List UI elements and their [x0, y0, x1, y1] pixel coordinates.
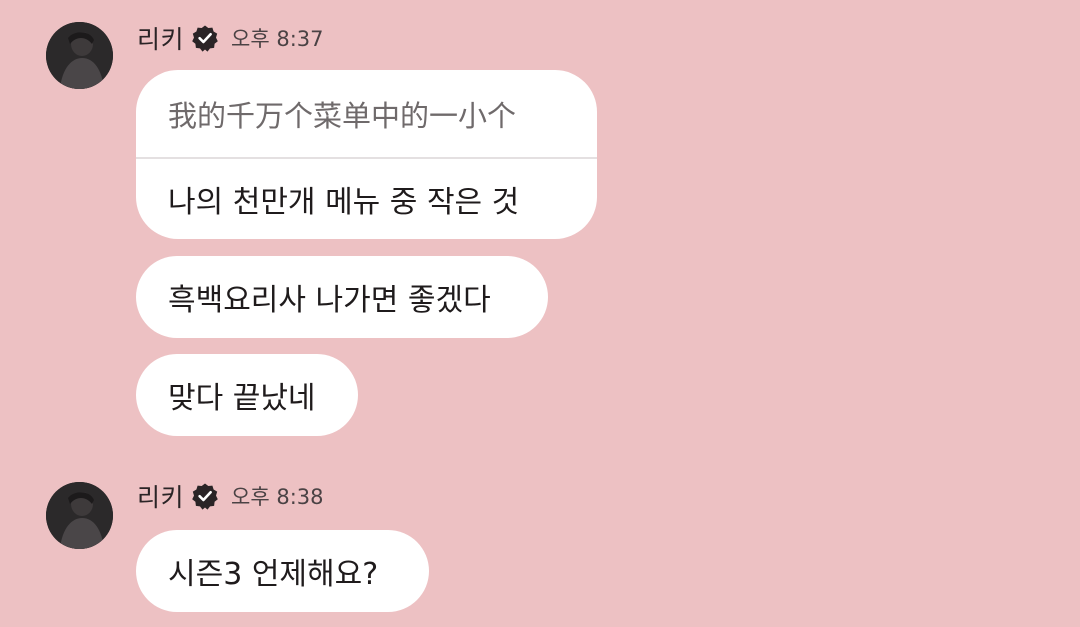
message-header: 리키 오후 8:37: [137, 21, 324, 55]
verified-badge-icon: [192, 483, 218, 510]
message-header: 리키 오후 8:38: [137, 479, 324, 513]
translated-text: 나의 천만개 메뉴 중 작은 것: [168, 185, 520, 220]
message-text: 흑백요리사 나가면 좋겠다: [168, 283, 491, 318]
avatar-photo-icon: [46, 22, 113, 89]
message-bubble[interactable]: 흑백요리사 나가면 좋겠다: [136, 256, 548, 338]
sender-name[interactable]: 리키: [137, 478, 184, 514]
avatar[interactable]: [46, 482, 113, 549]
message-bubble[interactable]: 맞다 끝났네: [136, 354, 358, 436]
message-text: 맞다 끝났네: [168, 381, 316, 416]
message-timestamp: 오후 8:37: [231, 27, 324, 51]
message-timestamp: 오후 8:38: [231, 485, 324, 509]
verified-badge-icon: [192, 25, 218, 52]
message-bubble[interactable]: 시즌3 언제해요?: [136, 530, 429, 612]
message-text: 시즌3 언제해요?: [168, 557, 379, 592]
original-text: 我的千万个菜单中的一小个: [136, 70, 597, 159]
sender-name[interactable]: 리키: [137, 20, 184, 56]
avatar-photo-icon: [46, 482, 113, 549]
avatar[interactable]: [46, 22, 113, 89]
translated-message-bubble[interactable]: 我的千万个菜单中的一小个 나의 천만개 메뉴 중 작은 것: [136, 70, 597, 239]
